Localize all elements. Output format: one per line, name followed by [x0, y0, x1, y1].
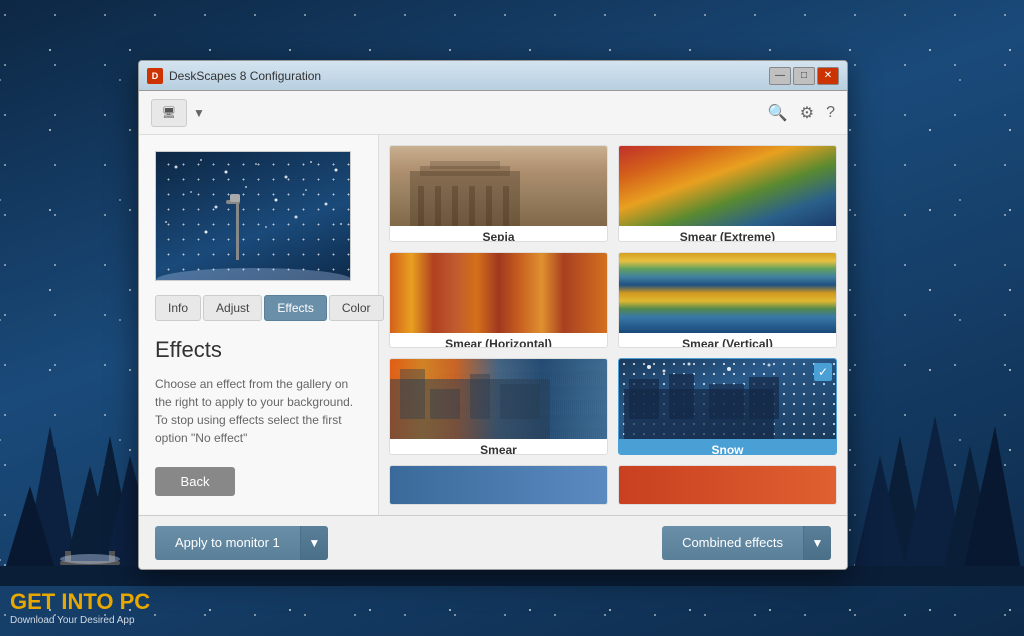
effect-card-smear[interactable]: Smear A simple smear: [389, 358, 608, 455]
selected-checkmark: ✓: [814, 363, 832, 381]
toolbar: 🖥 ▼ 🔍 ⚙ ?: [139, 91, 847, 135]
effect-thumb-smear-extreme: [619, 146, 836, 226]
tab-adjust[interactable]: Adjust: [203, 295, 262, 321]
settings-icon[interactable]: ⚙: [800, 103, 814, 123]
effect-card-partial-1[interactable]: [389, 465, 608, 505]
logo-button[interactable]: 🖥: [151, 99, 187, 127]
snow-overlay: [156, 152, 350, 280]
left-panel: Info Adjust Effects Color Effects Choose…: [139, 135, 379, 515]
effect-thumb-smear-vertical: [619, 253, 836, 333]
effect-name-snow: Snow: [619, 439, 836, 455]
toolbar-right: 🔍 ⚙ ?: [768, 103, 835, 123]
close-button[interactable]: ✕: [817, 67, 839, 85]
titlebar: D DeskScapes 8 Configuration — □ ✕: [139, 61, 847, 91]
window-title: DeskScapes 8 Configuration: [169, 69, 769, 83]
effect-thumb-smear-horizontal: [390, 253, 607, 333]
effect-card-snow[interactable]: ✓ Snow Animated snow falling: [618, 358, 837, 455]
back-button[interactable]: Back: [155, 467, 235, 496]
effect-thumb-snow: ✓: [619, 359, 836, 439]
smear-visual: [390, 359, 607, 439]
app-window: D DeskScapes 8 Configuration — □ ✕ 🖥 ▼ 🔍…: [138, 60, 848, 570]
tab-info[interactable]: Info: [155, 295, 201, 321]
apply-dropdown-button[interactable]: ▼: [300, 526, 328, 560]
partial-thumb-1: [390, 466, 607, 504]
effect-name-smear-extreme: Smear (Extreme): [619, 226, 836, 242]
effect-card-smear-extreme[interactable]: Smear (Extreme) Smears diagonally: [618, 145, 837, 242]
maximize-button[interactable]: □: [793, 67, 815, 85]
toolbar-left: 🖥 ▼: [151, 99, 205, 127]
section-description: Choose an effect from the gallery on the…: [155, 375, 362, 447]
combined-button-group: Combined effects ▼: [662, 526, 831, 560]
snow-visual: ✓: [619, 359, 836, 439]
help-icon[interactable]: ?: [826, 104, 835, 122]
sepia-svg: [390, 146, 607, 226]
dropdown-arrow[interactable]: ▼: [193, 106, 205, 120]
smear-v-visual: [619, 253, 836, 333]
smear-city-svg: [390, 359, 607, 439]
minimize-button[interactable]: —: [769, 67, 791, 85]
smear-extreme-visual: [619, 146, 836, 226]
tab-color[interactable]: Color: [329, 295, 384, 321]
effect-card-sepia[interactable]: Sepia Add a sepia tone effect: [389, 145, 608, 242]
content-area: Info Adjust Effects Color Effects Choose…: [139, 135, 847, 515]
watermark-tagline: Download Your Desired App: [10, 615, 150, 626]
effect-card-smear-horizontal[interactable]: Smear (Horizontal) Horizontal smear: [389, 252, 608, 349]
effect-thumb-sepia: [390, 146, 607, 226]
effect-thumb-smear: [390, 359, 607, 439]
smear-h-visual: [390, 253, 607, 333]
partial-thumb-2: [619, 466, 836, 504]
effect-card-smear-vertical[interactable]: Smear (Vertical) Vertical smear: [618, 252, 837, 349]
watermark: GET INTO PC Download Your Desired App: [10, 589, 150, 626]
effect-name-smear-vertical: Smear (Vertical): [619, 333, 836, 349]
search-icon[interactable]: 🔍: [768, 103, 788, 123]
window-controls: — □ ✕: [769, 67, 839, 85]
effect-name-smear-horizontal: Smear (Horizontal): [390, 333, 607, 349]
window-body: 🖥 ▼ 🔍 ⚙ ?: [139, 91, 847, 569]
effect-name-smear: Smear: [390, 439, 607, 455]
snow-city-svg: [619, 359, 836, 439]
apply-to-monitor-button[interactable]: Apply to monitor 1: [155, 526, 300, 560]
watermark-brand: GET INTO PC: [10, 589, 150, 615]
effects-gallery[interactable]: Sepia Add a sepia tone effect Smear (Ext…: [379, 135, 847, 515]
combined-effects-button[interactable]: Combined effects: [662, 526, 803, 560]
effect-card-partial-2[interactable]: [618, 465, 837, 505]
preview-image: [155, 151, 351, 281]
effect-name-sepia: Sepia: [390, 226, 607, 242]
tab-effects[interactable]: Effects: [264, 295, 326, 321]
apply-button-group: Apply to monitor 1 ▼: [155, 526, 328, 560]
bottom-bar: Apply to monitor 1 ▼ Combined effects ▼: [139, 515, 847, 569]
combined-dropdown-button[interactable]: ▼: [803, 526, 831, 560]
app-icon: D: [147, 68, 163, 84]
section-title: Effects: [155, 337, 362, 363]
tabs-container: Info Adjust Effects Color: [155, 295, 362, 321]
